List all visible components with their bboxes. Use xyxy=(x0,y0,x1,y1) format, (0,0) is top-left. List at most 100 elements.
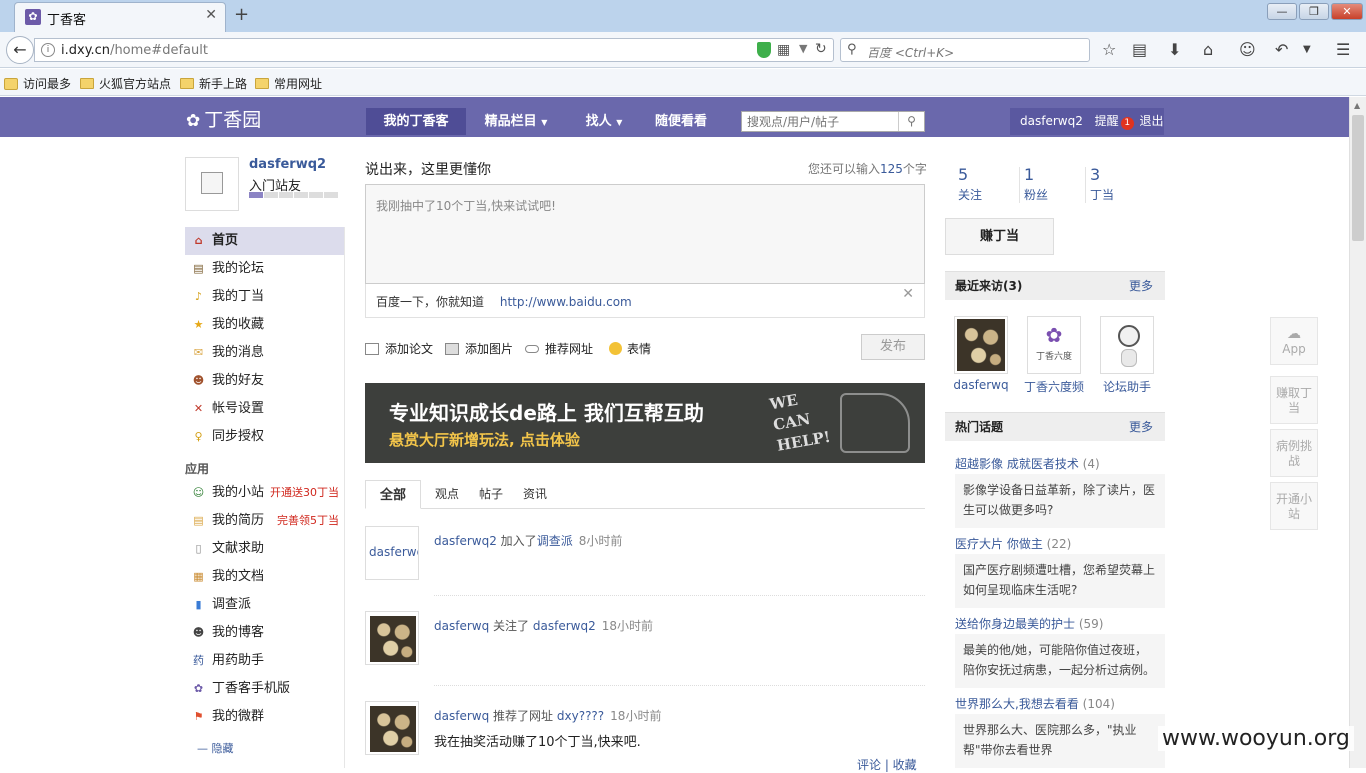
feed-user-link[interactable]: dasferwq2 xyxy=(434,534,497,548)
back-arrow-icon[interactable]: ← xyxy=(6,36,34,64)
sidebar-item[interactable]: ♪ 我的丁当 xyxy=(185,283,345,311)
avatar[interactable] xyxy=(185,157,239,211)
earn-dingdang-side-button[interactable]: 赚取丁当 xyxy=(1270,376,1318,424)
sidebar-item[interactable]: ✉ 我的消息 xyxy=(185,339,345,367)
visitor-item[interactable]: dasferwq xyxy=(946,316,1016,392)
more-link[interactable]: 更多 xyxy=(1129,272,1153,300)
avatar[interactable]: dasferwq xyxy=(365,526,419,580)
bookmark-getting-started[interactable]: 新手上路 xyxy=(180,75,247,92)
tab-all[interactable]: 全部 xyxy=(365,480,421,509)
case-challenge-button[interactable]: 病例挑战 xyxy=(1270,429,1318,477)
hide-apps-link[interactable]: — 隐藏 xyxy=(197,740,234,756)
app-item[interactable]: ▦ 我的文档 xyxy=(185,563,345,591)
app-item[interactable]: 药用药助手 xyxy=(185,647,345,675)
logout-link[interactable]: 退出 xyxy=(1140,114,1164,128)
feed-target-link[interactable]: dasferwq2 xyxy=(533,619,596,633)
scroll-up-icon[interactable]: ▲ xyxy=(1354,101,1360,110)
add-paper-button[interactable]: 添加论文 xyxy=(365,340,433,357)
undo-dropdown-icon[interactable]: ▼ xyxy=(1303,44,1311,55)
recommend-url-button[interactable]: 推荐网址 xyxy=(525,340,593,357)
reading-list-icon[interactable]: ▤ xyxy=(1132,40,1147,59)
site-search-input[interactable] xyxy=(742,112,900,131)
shield-icon[interactable] xyxy=(757,42,771,58)
stat-fans[interactable]: 1 粉丝 xyxy=(1024,165,1084,203)
sidebar-item[interactable]: ✕ 帐号设置 xyxy=(185,395,345,423)
earn-dingdang-button[interactable]: 赚丁当 xyxy=(945,218,1054,255)
url-bar[interactable]: i i.dxy.cn/home#default ▦ ▼ ↻ xyxy=(34,38,834,62)
bookmark-star-icon[interactable]: ☆ xyxy=(1102,40,1116,59)
download-icon[interactable]: ⬇ xyxy=(1168,40,1181,59)
promo-banner[interactable]: 专业知识成长de路上 我们互帮互助 悬赏大厅新增玩法, 点击体验 WE CAN … xyxy=(365,383,925,463)
nav-find-people[interactable]: 找人 ▼ xyxy=(574,108,634,135)
app-item[interactable]: ☻ 我的博客 xyxy=(185,619,345,647)
publish-button[interactable]: 发布 xyxy=(861,334,925,360)
undo-icon[interactable]: ↶ xyxy=(1275,40,1288,59)
app-promo[interactable]: 完善领5丁当 xyxy=(277,507,339,535)
menu-icon[interactable]: ☰ xyxy=(1336,40,1350,59)
sidebar-item[interactable]: ☻ 我的好友 xyxy=(185,367,345,395)
topic-title[interactable]: 医疗大片 你做主 (22) xyxy=(955,535,1071,552)
app-download-button[interactable]: ☁ App xyxy=(1270,317,1318,365)
bookmark-most-visited[interactable]: 访问最多 xyxy=(4,75,71,92)
app-item[interactable]: ▤ 我的简历 完善领5丁当 xyxy=(185,507,345,535)
chat-icon[interactable]: ☺ xyxy=(1239,40,1256,59)
browser-search-bar[interactable]: ⚲ 百度 <Ctrl+K> xyxy=(840,38,1090,62)
app-item[interactable]: ✿ 丁香客手机版 xyxy=(185,675,345,703)
sidebar-item[interactable]: ▤ 我的论坛 xyxy=(185,255,345,283)
search-icon[interactable]: ⚲ xyxy=(898,112,924,131)
stat-dingdang[interactable]: 3 丁当 xyxy=(1090,165,1150,203)
feed-target-link[interactable]: dxy???? xyxy=(557,709,604,723)
tab-posts[interactable]: 帖子 xyxy=(473,480,509,509)
feed-user-link[interactable]: dasferwq xyxy=(434,619,489,633)
post-textarea[interactable]: 我刚抽中了10个丁当,快来试试吧! xyxy=(365,184,925,284)
bookmark-common-sites[interactable]: 常用网址 xyxy=(255,75,322,92)
profile-name[interactable]: dasferwq2 xyxy=(249,157,326,172)
site-logo[interactable]: ✿ 丁香园 xyxy=(186,105,261,132)
feed-user-link[interactable]: dasferwq xyxy=(434,709,489,723)
chevron-down-icon[interactable]: ▼ xyxy=(799,42,807,55)
visitor-item[interactable]: ✿ 丁香六度 丁香六度频 xyxy=(1019,316,1089,395)
open-site-button[interactable]: 开通小站 xyxy=(1270,482,1318,530)
new-tab-icon[interactable]: + xyxy=(234,4,249,25)
avatar[interactable] xyxy=(365,701,419,755)
nav-my-dxy[interactable]: 我的丁香客 xyxy=(366,108,466,135)
sidebar-item[interactable]: ★ 我的收藏 xyxy=(185,311,345,339)
sidebar-item[interactable]: ⌂ 首页 xyxy=(185,227,345,255)
topic-title[interactable]: 超越影像 成就医者技术 (4) xyxy=(955,455,1100,472)
stat-following[interactable]: 5 关注 xyxy=(958,165,1018,203)
feed-actions[interactable]: 评论 | 收藏 xyxy=(857,756,917,773)
close-tab-icon[interactable]: ✕ xyxy=(205,7,217,23)
close-window-button[interactable]: ✕ xyxy=(1331,3,1363,20)
link-url[interactable]: http://www.baidu.com xyxy=(500,295,632,309)
tab-opinions[interactable]: 观点 xyxy=(429,480,465,509)
feed-target-link[interactable]: 调查派 xyxy=(537,534,573,548)
tab-news[interactable]: 资讯 xyxy=(517,480,553,509)
scrollbar[interactable]: ▲ xyxy=(1349,97,1366,768)
browser-tab[interactable]: ✿ 丁香客 ✕ xyxy=(14,2,226,32)
reload-icon[interactable]: ↻ xyxy=(815,41,827,57)
more-link[interactable]: 更多 xyxy=(1129,413,1153,441)
topic-title[interactable]: 世界那么大,我想去看看 (104) xyxy=(955,695,1115,712)
app-item[interactable]: ☺ 我的小站 开通送30丁当 xyxy=(185,479,345,507)
nav-browse[interactable]: 随便看看 xyxy=(648,108,714,135)
emoji-button[interactable]: 表情 xyxy=(609,340,651,357)
add-image-button[interactable]: 添加图片 xyxy=(445,340,513,357)
topic-title[interactable]: 送给你身边最美的护士 (59) xyxy=(955,615,1103,632)
home-icon[interactable]: ⌂ xyxy=(1203,40,1213,59)
remind-link[interactable]: 提醒 1 xyxy=(1095,114,1136,130)
qr-code-icon[interactable]: ▦ xyxy=(777,42,790,58)
app-item[interactable]: ⚑ 我的微群 xyxy=(185,703,345,731)
nav-featured[interactable]: 精品栏目 ▼ xyxy=(476,108,556,135)
sidebar-item[interactable]: ♀ 同步授权 xyxy=(185,423,345,451)
app-promo[interactable]: 开通送30丁当 xyxy=(270,479,339,507)
visitor-item[interactable]: 论坛助手 xyxy=(1092,316,1162,395)
minimize-window-button[interactable]: — xyxy=(1267,3,1297,20)
scrollbar-thumb[interactable] xyxy=(1352,115,1364,241)
close-icon[interactable]: ✕ xyxy=(902,286,914,302)
username-link[interactable]: dasferwq2 xyxy=(1020,114,1083,128)
avatar[interactable] xyxy=(365,611,419,665)
maximize-window-button[interactable]: ❐ xyxy=(1299,3,1329,20)
app-item[interactable]: ▯ 文献求助 xyxy=(185,535,345,563)
bookmark-firefox-official[interactable]: 火狐官方站点 xyxy=(80,75,171,92)
app-item[interactable]: ▮ 调查派 xyxy=(185,591,345,619)
